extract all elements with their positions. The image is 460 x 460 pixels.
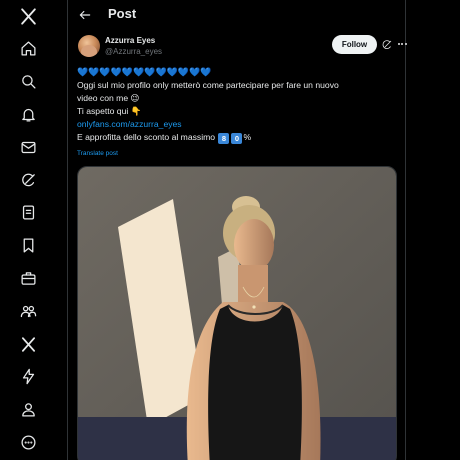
post-header: Post: [68, 0, 406, 30]
post-photo[interactable]: [77, 166, 397, 460]
communities-icon[interactable]: [14, 297, 42, 325]
more-options-icon[interactable]: [396, 38, 408, 50]
more-icon[interactable]: [14, 428, 42, 456]
profile-icon[interactable]: [14, 395, 42, 423]
messages-icon[interactable]: [14, 133, 42, 161]
hearts-emoji-line: 💙💙💙💙💙💙💙💙💙💙💙💙: [77, 67, 212, 77]
discount-text: E approfitta dello sconto al massimo: [77, 132, 218, 142]
back-arrow-icon[interactable]: [74, 4, 96, 26]
translate-post-link[interactable]: Translate post: [77, 150, 118, 157]
lists-icon[interactable]: [14, 198, 42, 226]
page-title: Post: [108, 6, 137, 21]
post-text: 💙💙💙💙💙💙💙💙💙💙💙💙 Oggi sul mio profilo only m…: [77, 66, 397, 144]
author-handle[interactable]: @Azzurra_eyes: [105, 47, 162, 56]
post-text-line: E approfitta dello sconto al massimo 8 0%: [77, 131, 397, 144]
percent-sign: %: [243, 132, 252, 142]
follow-button[interactable]: Follow: [332, 35, 377, 54]
bookmarks-icon[interactable]: [14, 231, 42, 259]
post-text-line: Oggi sul mio profilo only metterò come p…: [77, 80, 339, 90]
verified-orgs-icon[interactable]: [14, 362, 42, 390]
notifications-icon[interactable]: [14, 100, 42, 128]
sidebar-nav: [0, 0, 68, 460]
post-author: Azzurra Eyes @Azzurra_eyes Follow: [78, 35, 407, 61]
post-column: Post Azzurra Eyes @Azzurra_eyes Follow 💙…: [68, 0, 407, 460]
home-icon[interactable]: [14, 34, 42, 62]
keycap-digit: 0: [231, 133, 243, 144]
premium-icon[interactable]: [14, 330, 42, 358]
search-icon[interactable]: [14, 67, 42, 95]
grok-icon[interactable]: [14, 166, 42, 194]
avatar[interactable]: [78, 35, 100, 57]
x-logo-icon[interactable]: [14, 2, 42, 30]
grok-explain-icon[interactable]: [381, 38, 393, 50]
post-text-line: Ti aspetto qui 👇: [77, 106, 142, 116]
keycap-digit: 8: [218, 133, 230, 144]
post-link[interactable]: onlyfans.com/azzurra_eyes: [77, 118, 397, 131]
author-name[interactable]: Azzurra Eyes: [105, 36, 155, 45]
post-text-line: video con me 😉: [77, 93, 140, 103]
jobs-icon[interactable]: [14, 264, 42, 292]
